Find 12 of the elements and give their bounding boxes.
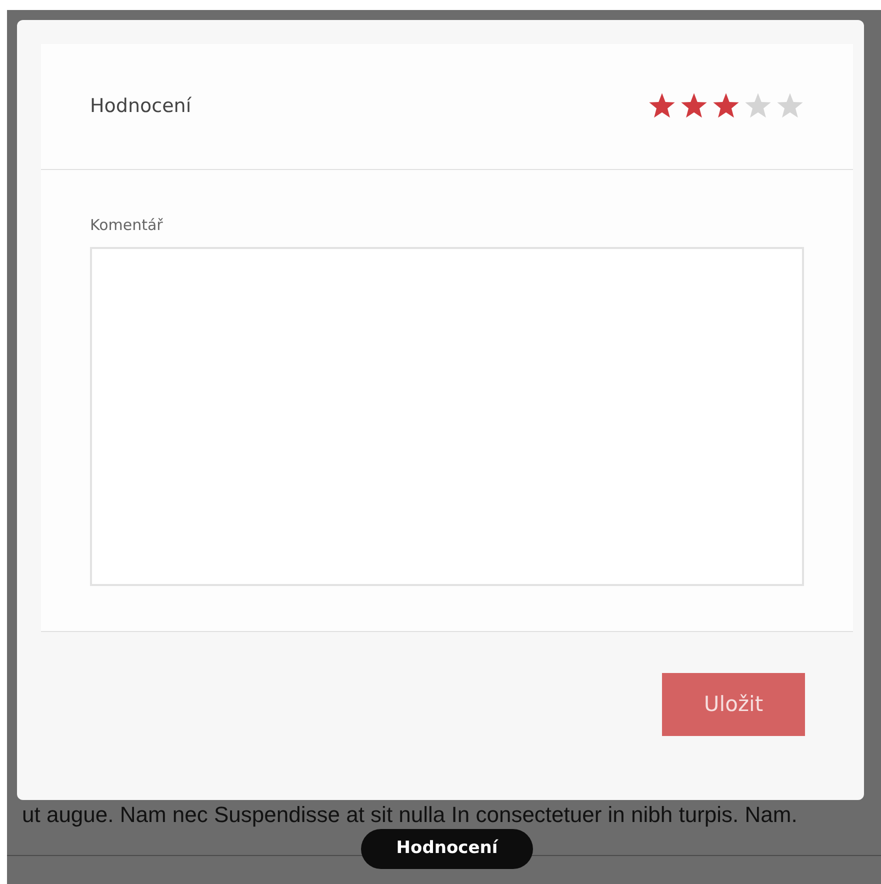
filled-star-icon[interactable] xyxy=(648,93,676,120)
star-rating[interactable] xyxy=(648,93,804,120)
background-paragraph: ut augue. Nam nec Suspendisse at sit nulla In consectetuer in nibh turpis. Nam. xyxy=(22,802,798,828)
dialog-title: Hodnocení xyxy=(90,94,192,120)
empty-star-icon[interactable] xyxy=(744,93,772,120)
save-button[interactable]: Uložit xyxy=(662,673,805,736)
comment-label: Komentář xyxy=(90,215,164,236)
filled-star-icon[interactable] xyxy=(712,93,740,120)
empty-star-icon[interactable] xyxy=(776,93,804,120)
comment-field[interactable] xyxy=(90,246,804,586)
filled-star-icon[interactable] xyxy=(680,93,708,120)
tooltip: Hodnocení xyxy=(361,829,533,869)
